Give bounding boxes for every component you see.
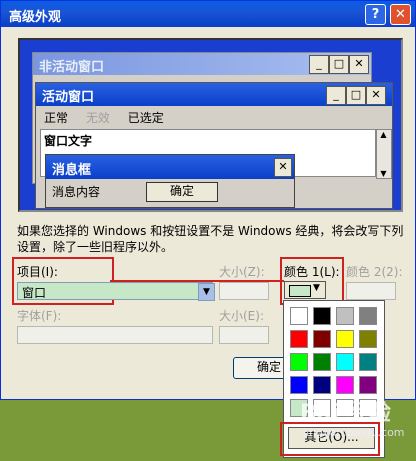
active-close-icon: ✕ [366, 86, 386, 105]
font-label: 字体(F): [17, 309, 62, 323]
msgbox-close-icon: ✕ [274, 158, 292, 177]
active-maximize-icon: □ [346, 86, 366, 105]
color2-button [346, 282, 396, 300]
inactive-maximize-icon: □ [329, 55, 349, 74]
message-box-title[interactable]: 消息框 [46, 155, 294, 179]
palette-color-cell[interactable] [290, 307, 308, 325]
palette-color-cell[interactable] [290, 353, 308, 371]
palette-color-cell[interactable] [336, 376, 354, 394]
palette-color-cell[interactable] [336, 307, 354, 325]
scroll-up-icon: ▲ [380, 130, 387, 139]
item-select[interactable]: 窗口 [17, 282, 213, 300]
size-input [219, 282, 269, 300]
preview-menu-bar: 正常 无效 已选定 [36, 106, 392, 126]
size-label: 大小(Z): [219, 265, 265, 279]
palette-color-cell[interactable] [313, 307, 331, 325]
appearance-preview[interactable]: 非活动窗口 _ □ ✕ 活动窗口 _ □ ✕ 正常 无效 已选定 窗口文字 ▲ … [18, 38, 403, 212]
preview-scrollbar[interactable]: ▲ ▼ [376, 129, 392, 179]
palette-color-cell[interactable] [359, 353, 377, 371]
palette-color-cell[interactable] [359, 376, 377, 394]
palette-color-cell[interactable] [290, 376, 308, 394]
close-button[interactable]: ✕ [390, 4, 411, 25]
font-size-label: 大小(E): [219, 309, 264, 323]
annotation-arrow [110, 280, 284, 282]
title-bar: 高级外观 ? ✕ [1, 1, 415, 27]
palette-color-cell[interactable] [359, 330, 377, 348]
font-size-input [219, 326, 269, 344]
inactive-close-icon: ✕ [349, 55, 369, 74]
message-box-preview[interactable]: 消息框 ✕ 消息内容 确定 [45, 154, 295, 208]
color1-label: 颜色 1(L): [284, 265, 340, 279]
palette-color-cell[interactable] [313, 376, 331, 394]
palette-color-cell[interactable] [336, 330, 354, 348]
font-select [17, 326, 213, 344]
menu-disabled[interactable]: 无效 [86, 111, 110, 125]
watermark-url: jingyan.baidu.com [303, 426, 405, 439]
dialog-title: 高级外观 [9, 10, 62, 25]
menu-selected[interactable]: 已选定 [128, 111, 164, 125]
menu-normal[interactable]: 正常 [44, 111, 68, 125]
warning-note: 如果您选择的 Windows 和按钮设置不是 Windows 经典，将会改写下列… [17, 224, 404, 254]
palette-color-cell[interactable] [313, 330, 331, 348]
palette-color-cell[interactable] [336, 353, 354, 371]
watermark-logo: Bai 经验 [300, 401, 391, 426]
message-text[interactable]: 消息内容 [52, 183, 100, 200]
color1-swatch [289, 285, 311, 297]
message-ok-button[interactable]: 确定 [146, 182, 218, 202]
palette-color-cell[interactable] [290, 330, 308, 348]
inactive-minimize-icon: _ [309, 55, 329, 74]
palette-color-cell[interactable] [359, 307, 377, 325]
item-dropdown-icon[interactable]: ▼ [198, 283, 215, 301]
color2-label: 颜色 2(2): [346, 265, 403, 279]
color1-dropdown-icon: ▼ [313, 283, 320, 293]
active-minimize-icon: _ [326, 86, 346, 105]
item-label: 项目(I): [17, 265, 58, 279]
palette-color-cell[interactable] [313, 353, 331, 371]
scroll-down-icon: ▼ [380, 169, 387, 178]
color1-button[interactable]: ▼ [284, 281, 326, 299]
help-button[interactable]: ? [365, 4, 386, 25]
